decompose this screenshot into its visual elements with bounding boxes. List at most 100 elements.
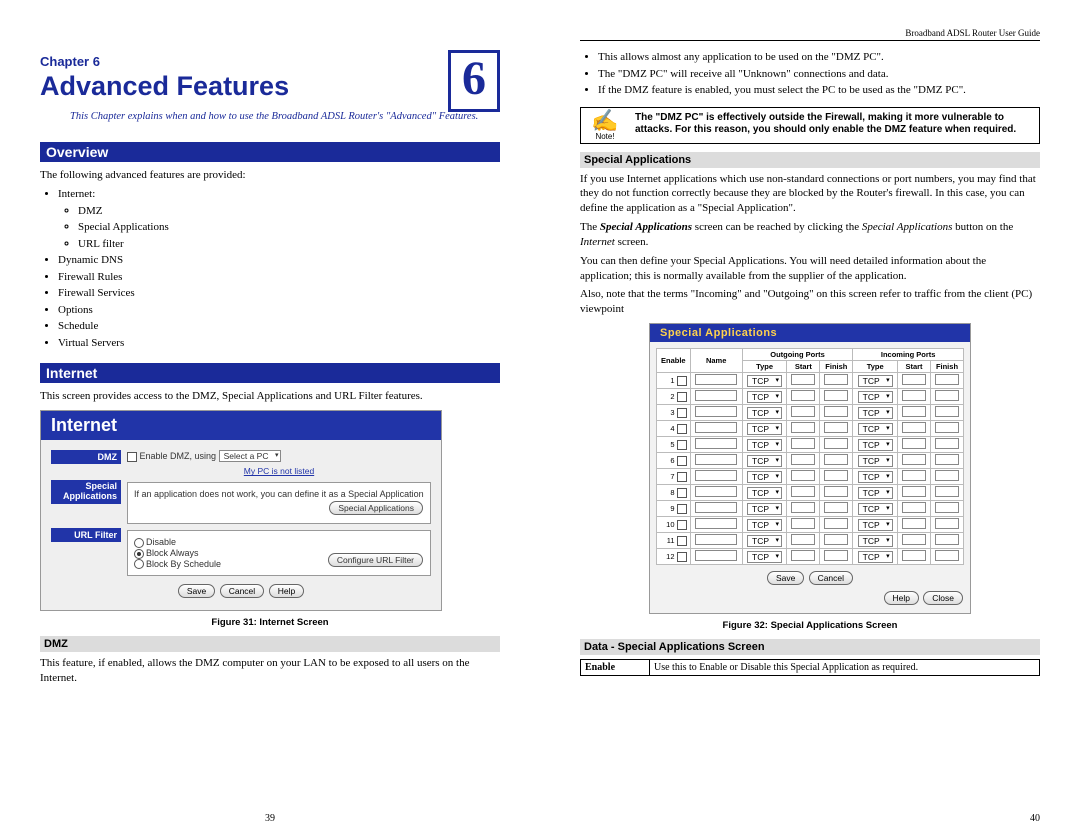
close-button[interactable]: Close [923, 591, 963, 605]
out-type-select[interactable]: TCP [747, 519, 782, 531]
in-type-select[interactable]: TCP [858, 375, 893, 387]
out-finish-input[interactable] [824, 502, 848, 513]
out-start-input[interactable] [791, 502, 815, 513]
in-start-input[interactable] [902, 406, 926, 417]
out-start-input[interactable] [791, 422, 815, 433]
in-type-select[interactable]: TCP [858, 487, 893, 499]
in-type-select[interactable]: TCP [858, 407, 893, 419]
in-finish-input[interactable] [935, 470, 959, 481]
out-type-select[interactable]: TCP [747, 391, 782, 403]
cancel-button[interactable]: Cancel [220, 584, 264, 598]
in-start-input[interactable] [902, 486, 926, 497]
in-finish-input[interactable] [935, 454, 959, 465]
out-start-input[interactable] [791, 390, 815, 401]
in-type-select[interactable]: TCP [858, 503, 893, 515]
out-type-select[interactable]: TCP [747, 471, 782, 483]
in-start-input[interactable] [902, 422, 926, 433]
in-type-select[interactable]: TCP [858, 471, 893, 483]
in-finish-input[interactable] [935, 550, 959, 561]
out-type-select[interactable]: TCP [747, 439, 782, 451]
out-finish-input[interactable] [824, 374, 848, 385]
in-start-input[interactable] [902, 438, 926, 449]
name-input[interactable] [695, 422, 737, 433]
in-finish-input[interactable] [935, 486, 959, 497]
out-start-input[interactable] [791, 454, 815, 465]
out-start-input[interactable] [791, 550, 815, 561]
in-finish-input[interactable] [935, 502, 959, 513]
out-start-input[interactable] [791, 486, 815, 497]
out-type-select[interactable]: TCP [747, 487, 782, 499]
out-finish-input[interactable] [824, 390, 848, 401]
in-finish-input[interactable] [935, 374, 959, 385]
enable-checkbox[interactable] [677, 392, 687, 402]
in-finish-input[interactable] [935, 390, 959, 401]
in-type-select[interactable]: TCP [858, 439, 893, 451]
name-input[interactable] [695, 486, 737, 497]
enable-checkbox[interactable] [677, 408, 687, 418]
in-type-select[interactable]: TCP [858, 455, 893, 467]
out-type-select[interactable]: TCP [747, 423, 782, 435]
save-button[interactable]: Save [178, 584, 215, 598]
help-button[interactable]: Help [884, 591, 919, 605]
out-finish-input[interactable] [824, 454, 848, 465]
out-finish-input[interactable] [824, 550, 848, 561]
in-start-input[interactable] [902, 518, 926, 529]
enable-dmz-checkbox[interactable] [127, 452, 137, 462]
in-type-select[interactable]: TCP [858, 519, 893, 531]
enable-checkbox[interactable] [677, 456, 687, 466]
save-button[interactable]: Save [767, 571, 804, 585]
out-finish-input[interactable] [824, 534, 848, 545]
in-type-select[interactable]: TCP [858, 391, 893, 403]
special-applications-button[interactable]: Special Applications [329, 501, 423, 515]
name-input[interactable] [695, 502, 737, 513]
out-finish-input[interactable] [824, 486, 848, 497]
help-button[interactable]: Help [269, 584, 304, 598]
name-input[interactable] [695, 406, 737, 417]
out-finish-input[interactable] [824, 518, 848, 529]
name-input[interactable] [695, 454, 737, 465]
out-start-input[interactable] [791, 470, 815, 481]
out-type-select[interactable]: TCP [747, 375, 782, 387]
enable-checkbox[interactable] [677, 424, 687, 434]
name-input[interactable] [695, 518, 737, 529]
cancel-button[interactable]: Cancel [809, 571, 853, 585]
out-start-input[interactable] [791, 534, 815, 545]
name-input[interactable] [695, 550, 737, 561]
in-finish-input[interactable] [935, 422, 959, 433]
out-type-select[interactable]: TCP [747, 503, 782, 515]
out-finish-input[interactable] [824, 438, 848, 449]
out-finish-input[interactable] [824, 470, 848, 481]
name-input[interactable] [695, 390, 737, 401]
enable-checkbox[interactable] [677, 536, 687, 546]
in-finish-input[interactable] [935, 406, 959, 417]
out-start-input[interactable] [791, 438, 815, 449]
out-finish-input[interactable] [824, 422, 848, 433]
url-block-always-radio[interactable] [134, 549, 144, 559]
dmz-pc-select[interactable]: Select a PC [219, 450, 282, 462]
in-start-input[interactable] [902, 374, 926, 385]
in-start-input[interactable] [902, 550, 926, 561]
in-type-select[interactable]: TCP [858, 551, 893, 563]
enable-checkbox[interactable] [677, 376, 687, 386]
enable-checkbox[interactable] [677, 504, 687, 514]
out-start-input[interactable] [791, 406, 815, 417]
url-block-schedule-radio[interactable] [134, 559, 144, 569]
in-type-select[interactable]: TCP [858, 423, 893, 435]
in-start-input[interactable] [902, 390, 926, 401]
name-input[interactable] [695, 470, 737, 481]
enable-checkbox[interactable] [677, 488, 687, 498]
my-pc-not-listed-link[interactable]: My PC is not listed [244, 466, 314, 476]
enable-checkbox[interactable] [677, 552, 687, 562]
out-type-select[interactable]: TCP [747, 535, 782, 547]
out-type-select[interactable]: TCP [747, 455, 782, 467]
enable-checkbox[interactable] [677, 520, 687, 530]
in-finish-input[interactable] [935, 438, 959, 449]
out-start-input[interactable] [791, 518, 815, 529]
enable-checkbox[interactable] [677, 472, 687, 482]
url-disable-radio[interactable] [134, 538, 144, 548]
out-finish-input[interactable] [824, 406, 848, 417]
in-finish-input[interactable] [935, 518, 959, 529]
name-input[interactable] [695, 438, 737, 449]
in-start-input[interactable] [902, 534, 926, 545]
in-start-input[interactable] [902, 502, 926, 513]
